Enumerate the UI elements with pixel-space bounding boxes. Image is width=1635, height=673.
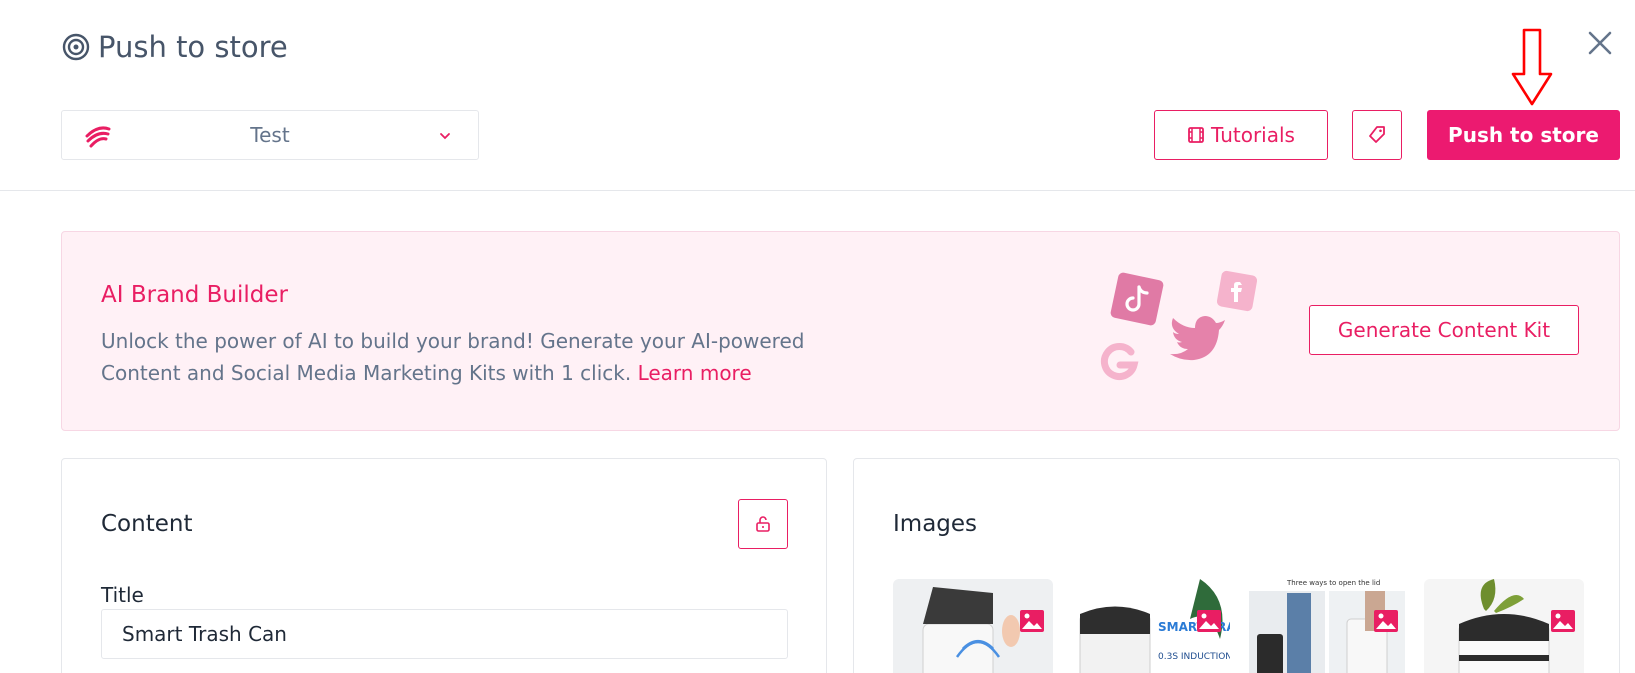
store-name: Test [250,123,290,147]
generate-content-kit-button[interactable]: Generate Content Kit [1309,305,1579,355]
image-thumbnails: SMART TRASH CAN 0.3S INDUCTION Three way… [893,579,1584,673]
lock-icon [756,516,770,532]
image-thumbnail[interactable]: SMART TRASH CAN 0.3S INDUCTION [1070,579,1230,673]
twitter-icon [1170,316,1225,361]
arrow-annotation-icon [1511,28,1553,106]
images-card: Images SMART TRASH CAN 0.3S INDU [853,458,1620,673]
film-icon [1188,127,1204,143]
tutorials-label: Tutorials [1211,123,1295,147]
banner-title: AI Brand Builder [101,282,288,308]
content-card: Content Title [61,458,827,673]
thumb-caption: Three ways to open the lid [1286,579,1380,587]
google-icon [1100,343,1139,380]
facebook-icon [1216,270,1258,312]
image-thumbnail[interactable]: Three ways to open the lid [1247,579,1407,673]
title-label: Title [101,583,144,607]
modal-header: Push to store Test Tutorials Push to sto… [0,0,1635,191]
image-thumbnail[interactable] [893,579,1053,673]
close-icon[interactable] [1585,28,1615,58]
store-select[interactable]: Test [61,110,479,160]
tutorials-button[interactable]: Tutorials [1154,110,1328,160]
image-icon [1197,610,1221,632]
title-input[interactable] [101,609,788,659]
image-thumbnail[interactable] [1424,579,1584,673]
thumb-subtext: 0.3S INDUCTION [1158,652,1230,662]
page-title-text: Push to store [98,30,288,64]
chevron-down-icon [440,133,450,140]
content-heading: Content [101,511,193,537]
learn-more-link[interactable]: Learn more [638,361,752,385]
image-icon [1020,610,1044,632]
banner-text: Unlock the power of AI to build your bra… [101,325,821,389]
tiktok-icon [1110,272,1164,326]
target-icon [62,33,90,61]
image-icon [1551,610,1575,632]
store-logo-icon [85,126,111,148]
tag-icon [1369,126,1385,143]
tag-button[interactable] [1352,110,1402,160]
page-title: Push to store [62,30,288,64]
images-heading: Images [893,511,978,537]
image-icon [1374,610,1398,632]
push-to-store-button[interactable]: Push to store [1427,110,1620,160]
lock-button[interactable] [738,499,788,549]
